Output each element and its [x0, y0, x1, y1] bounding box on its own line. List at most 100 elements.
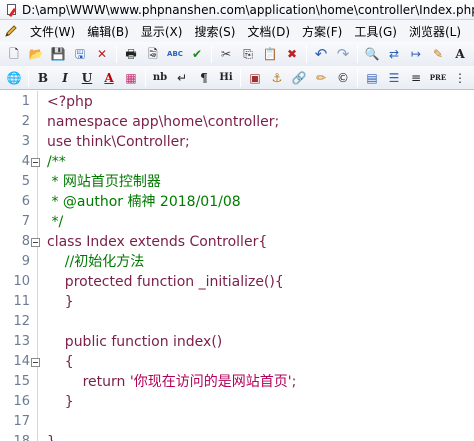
font-size-icon[interactable]: A — [450, 44, 470, 64]
menu-search[interactable]: 搜索(S) — [188, 23, 241, 40]
line-number: 18 — [0, 432, 30, 441]
code-line[interactable]: 4 /** — [0, 152, 474, 172]
spell-check-icon[interactable]: ABC — [165, 44, 185, 64]
code-line[interactable]: 7 */ — [0, 212, 474, 232]
toolbar-separator — [240, 68, 241, 87]
line-number: 6 — [21, 194, 30, 209]
code-line[interactable]: 17 — [0, 412, 474, 432]
pre-icon[interactable]: PRE — [428, 68, 448, 88]
font-color-icon[interactable]: A — [99, 68, 119, 88]
table-icon[interactable]: ▤ — [362, 68, 382, 88]
goto-icon[interactable]: ↦ — [406, 44, 426, 64]
menu-browser[interactable]: 浏览器(L) — [403, 23, 467, 40]
redo-icon[interactable]: ↷ — [333, 44, 353, 64]
line-number: 1 — [21, 94, 30, 109]
code-segment: { — [47, 354, 74, 370]
code-text: class Index extends Controller{ — [47, 232, 267, 252]
anchor-icon[interactable]: ⚓ — [267, 68, 287, 88]
code-line[interactable]: 10 protected function _initialize(){ — [0, 272, 474, 292]
code-line[interactable]: 13 public function index() — [0, 332, 474, 352]
code-line[interactable]: 5 * 网站首页控制器 — [0, 172, 474, 192]
underline-icon[interactable]: U — [77, 68, 97, 88]
fold-toggle-icon[interactable] — [31, 358, 40, 367]
code-line[interactable]: 3 use think\Controller; — [0, 132, 474, 152]
code-segment: * @author 楠神 2018/01/08 — [47, 194, 241, 210]
code-segment: return — [47, 374, 130, 390]
color-grid-icon[interactable]: ▦ — [121, 68, 141, 88]
fold-toggle-icon[interactable] — [31, 158, 40, 167]
code-text: { — [47, 352, 74, 372]
delete-icon[interactable]: ✖ — [282, 44, 302, 64]
code-line[interactable]: 12 — [0, 312, 474, 332]
bold-icon[interactable]: B — [33, 68, 53, 88]
save-all-icon[interactable]: 🖫 — [70, 44, 90, 64]
print-icon[interactable]: 🖶 — [121, 44, 141, 64]
code-line[interactable]: 9 //初始化方法 — [0, 252, 474, 272]
open-folder-icon[interactable]: 📂 — [26, 44, 46, 64]
copy-icon[interactable]: ⎘ — [238, 44, 258, 64]
check-icon[interactable]: ✔ — [187, 44, 207, 64]
code-segment: ; — [291, 374, 297, 390]
line-number: 7 — [21, 214, 30, 229]
print-preview-icon[interactable]: 🗟 — [143, 44, 163, 64]
close-file-icon[interactable]: ✕ — [92, 44, 112, 64]
edit-icon[interactable]: ✎ — [428, 44, 448, 64]
code-segment: //初始化方法 — [47, 254, 145, 270]
paragraph-icon[interactable]: ¶ — [194, 68, 214, 88]
menu-document[interactable]: 文档(D) — [241, 23, 296, 40]
code-text: <?php — [47, 92, 93, 112]
code-text: } — [47, 292, 74, 312]
code-segment: */ — [47, 214, 64, 230]
toolbar-separator — [28, 68, 29, 87]
new-file-icon[interactable]: 🗋 — [4, 44, 24, 64]
highlight-icon[interactable]: ✏ — [311, 68, 331, 88]
fold-toggle-icon[interactable] — [31, 238, 40, 247]
image-icon[interactable]: ▣ — [245, 68, 265, 88]
code-editor[interactable]: 1 <?php 2 namespace app\home\controller; 3 us… — [0, 91, 474, 441]
menu-edit[interactable]: 编辑(B) — [81, 23, 135, 40]
code-segment: public function index() — [47, 334, 223, 350]
paste-icon[interactable]: 📋 — [260, 44, 280, 64]
form-icon[interactable]: ☰ — [384, 68, 404, 88]
code-text: /** — [47, 152, 66, 172]
save-icon[interactable]: 💾 — [48, 44, 68, 64]
menu-tools[interactable]: 工具(G) — [348, 23, 403, 40]
replace-icon[interactable]: ⇄ — [384, 44, 404, 64]
main-toolbar: 🗋 📂 💾 🖫 ✕ 🖶 🗟 ABC ✔ ✂ ⎘ 📋 ✖ ↶ ↷ 🔍 ⇄ ↦ ✎ … — [0, 42, 474, 66]
code-line[interactable]: 18} — [0, 432, 474, 441]
code-segment: class Index extends Controller{ — [47, 234, 268, 250]
menu-bar: 文件(W) 编辑(B) 显示(X) 搜索(S) 文档(D) 方案(F) 工具(G… — [0, 20, 474, 42]
cut-icon[interactable]: ✂ — [216, 44, 236, 64]
app-logo-icon — [6, 3, 18, 17]
code-line[interactable]: 15 return '你现在访问的是网站首页'; — [0, 372, 474, 392]
code-line[interactable]: 14 { — [0, 352, 474, 372]
line-break-icon[interactable]: ↵ — [172, 68, 192, 88]
menu-scheme[interactable]: 方案(F) — [296, 23, 348, 40]
code-line[interactable]: 16 } — [0, 392, 474, 412]
toolbar-separator — [145, 68, 146, 87]
line-number: 8 — [21, 234, 30, 249]
code-line[interactable]: 11 } — [0, 292, 474, 312]
menu-view[interactable]: 显示(X) — [135, 23, 189, 40]
code-line[interactable]: 8 class Index extends Controller{ — [0, 232, 474, 252]
special-char-icon[interactable]: © — [333, 68, 353, 88]
list-icon[interactable]: ⋮ — [450, 68, 470, 88]
italic-icon[interactable]: I — [55, 68, 75, 88]
heading-h-icon[interactable]: Hi — [216, 68, 236, 88]
line-number: 4 — [21, 154, 30, 169]
code-line[interactable]: 6 * @author 楠神 2018/01/08 — [0, 192, 474, 212]
toolbar-separator — [116, 45, 117, 63]
code-segment: } — [47, 434, 56, 441]
code-text: } — [47, 432, 56, 441]
nobreak-space-icon[interactable]: nb — [150, 68, 170, 88]
find-icon[interactable]: 🔍 — [362, 44, 382, 64]
globe-icon[interactable]: 🌐 — [4, 68, 24, 88]
code-text: //初始化方法 — [47, 252, 144, 272]
line-number: 3 — [21, 134, 30, 149]
align-icon[interactable]: ≡ — [406, 68, 426, 88]
menu-file[interactable]: 文件(W) — [24, 23, 81, 40]
link-icon[interactable]: 🔗 — [289, 68, 309, 88]
code-line[interactable]: 1 <?php — [0, 92, 474, 112]
code-line[interactable]: 2 namespace app\home\controller; — [0, 112, 474, 132]
undo-icon[interactable]: ↶ — [311, 44, 331, 64]
